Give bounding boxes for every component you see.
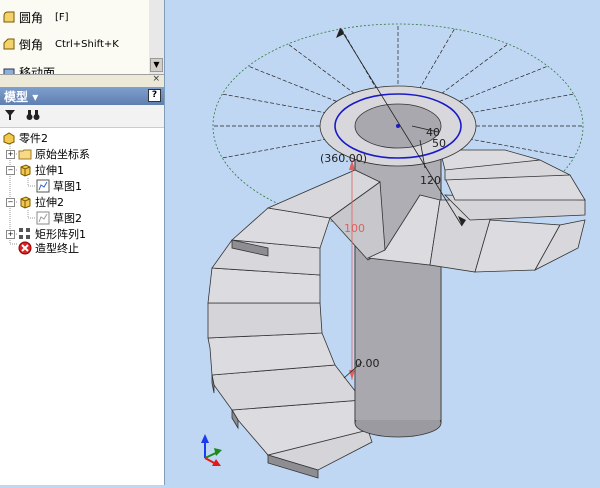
collapse-icon[interactable]: − — [6, 166, 15, 175]
tree-item-extrude2[interactable]: 拉伸2 — [18, 194, 64, 210]
filter-icon[interactable] — [4, 109, 16, 121]
left-panel: 圆角 [F] 倒角 Ctrl+Shift+K 移动面 ▼ × 模型 ▾ ? 零件… — [0, 0, 165, 485]
tree-item-extrude1[interactable]: 拉伸1 — [18, 162, 64, 178]
tree-item-end-of-part[interactable]: 造型终止 — [18, 240, 79, 256]
folder-icon — [18, 149, 32, 160]
tree-item-label: 草图2 — [53, 212, 82, 225]
help-icon[interactable]: ? — [148, 89, 161, 102]
fillet-label: 圆角 — [19, 10, 44, 25]
outer-diameter-dimension: 50 — [432, 137, 446, 150]
pattern-icon — [19, 228, 30, 239]
tree-item-label: 原始坐标系 — [35, 148, 90, 161]
base-dimension: 0.00 — [355, 357, 380, 370]
extrude-icon — [20, 164, 31, 177]
browser-title[interactable]: 模型 ▾ — [4, 88, 38, 105]
expand-icon[interactable]: + — [6, 150, 15, 159]
end-of-part-icon — [18, 241, 32, 255]
binoculars-icon[interactable] — [26, 109, 40, 121]
tree-item-origin[interactable]: 原始坐标系 — [18, 146, 90, 162]
graphics-viewport[interactable]: (360.00) 40 50 120 100 0.00 — [165, 0, 600, 485]
model-tree: 零件2 + 原始坐标系 − 拉伸1 草图1 − 拉伸2 草图2 + 矩形阵列1 — [0, 128, 164, 485]
close-icon[interactable]: × — [152, 74, 160, 84]
chamfer-icon — [3, 38, 15, 50]
fillet-icon — [3, 11, 15, 23]
chamfer-label: 倒角 — [19, 37, 44, 52]
move-face-icon — [3, 68, 15, 74]
tree-item-label: 拉伸1 — [35, 164, 64, 177]
browser-toolbar — [0, 105, 164, 128]
tree-item-label: 造型终止 — [35, 242, 79, 255]
tree-root[interactable]: 零件2 — [2, 130, 48, 146]
staircase-model: (360.00) 40 50 120 100 0.00 — [201, 23, 586, 479]
expand-icon[interactable]: + — [6, 230, 15, 239]
chamfer-command[interactable]: 倒角 Ctrl+Shift+K — [0, 32, 148, 56]
axis-triad-icon — [201, 434, 222, 466]
height-dimension: 100 — [344, 222, 365, 235]
command-list: 圆角 [F] 倒角 Ctrl+Shift+K 移动面 ▼ — [0, 0, 164, 75]
tree-root-label: 零件2 — [19, 132, 48, 145]
tree-item-sketch1[interactable]: 草图1 — [36, 178, 82, 194]
part-icon — [3, 132, 15, 145]
extrude-icon — [20, 196, 31, 209]
fillet-shortcut: [F] — [55, 11, 69, 23]
tree-item-label: 拉伸2 — [35, 196, 64, 209]
tree-item-sketch2[interactable]: 草图2 — [36, 210, 82, 226]
offset-dimension: 120 — [420, 174, 441, 187]
fillet-command[interactable]: 圆角 [F] — [0, 5, 148, 29]
tree-item-label: 草图1 — [53, 180, 82, 193]
panel-splitter[interactable]: × — [0, 74, 164, 87]
sketch-icon — [36, 179, 50, 193]
move-face-command[interactable]: 移动面 — [0, 60, 148, 75]
move-face-label: 移动面 — [19, 65, 56, 75]
angle-dimension: (360.00) — [320, 152, 367, 165]
scroll-down-icon[interactable]: ▼ — [150, 58, 163, 72]
stair-treads-lower — [207, 207, 373, 479]
sketch-icon — [36, 211, 50, 225]
chamfer-shortcut: Ctrl+Shift+K — [55, 38, 119, 50]
collapse-icon[interactable]: − — [6, 198, 15, 207]
browser-header[interactable]: 模型 ▾ ? — [0, 87, 164, 105]
